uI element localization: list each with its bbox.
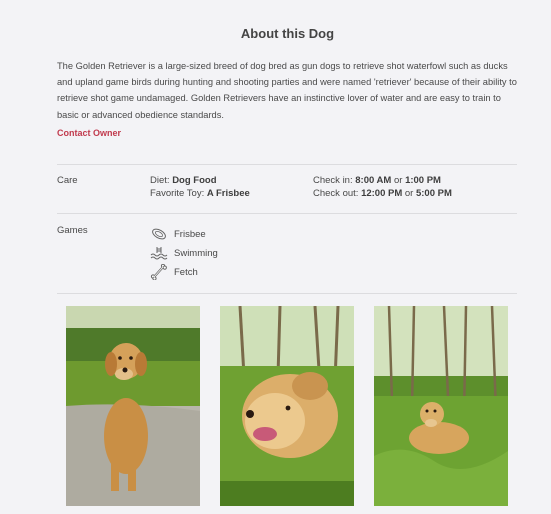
game-label: Frisbee <box>174 228 206 240</box>
swimming-icon <box>150 247 168 260</box>
games-label: Games <box>57 225 88 236</box>
page-title: About this Dog <box>240 26 335 41</box>
diet-value: Dog Food <box>172 175 217 186</box>
care-label: Care <box>57 175 78 186</box>
dog-description: The Golden Retriever is a large-sized br… <box>57 61 517 120</box>
check-in-info: Check in: 8:00 AM or 1:00 PM <box>313 175 441 186</box>
check-out-info: Check out: 12:00 PM or 5:00 PM <box>313 188 452 199</box>
contact-owner-link[interactable]: Contact Owner <box>57 128 121 138</box>
dog-photo-lying[interactable] <box>374 306 508 506</box>
game-item-swimming: Swimming <box>150 245 218 261</box>
dog-photo-sitting[interactable] <box>66 306 200 506</box>
game-item-frisbee: Frisbee <box>150 226 206 242</box>
divider <box>57 164 517 165</box>
bone-icon <box>150 264 167 280</box>
favorite-toy-info: Favorite Toy: A Frisbee <box>150 188 250 199</box>
game-label: Swimming <box>174 247 218 259</box>
dog-photo-closeup[interactable] <box>220 306 354 506</box>
frisbee-icon <box>152 228 166 240</box>
toy-value: A Frisbee <box>206 188 250 199</box>
game-item-fetch: Fetch <box>150 264 198 280</box>
diet-info: Diet: Dog Food <box>150 175 217 186</box>
divider <box>57 213 517 214</box>
game-label: Fetch <box>174 266 198 278</box>
divider <box>57 293 517 294</box>
